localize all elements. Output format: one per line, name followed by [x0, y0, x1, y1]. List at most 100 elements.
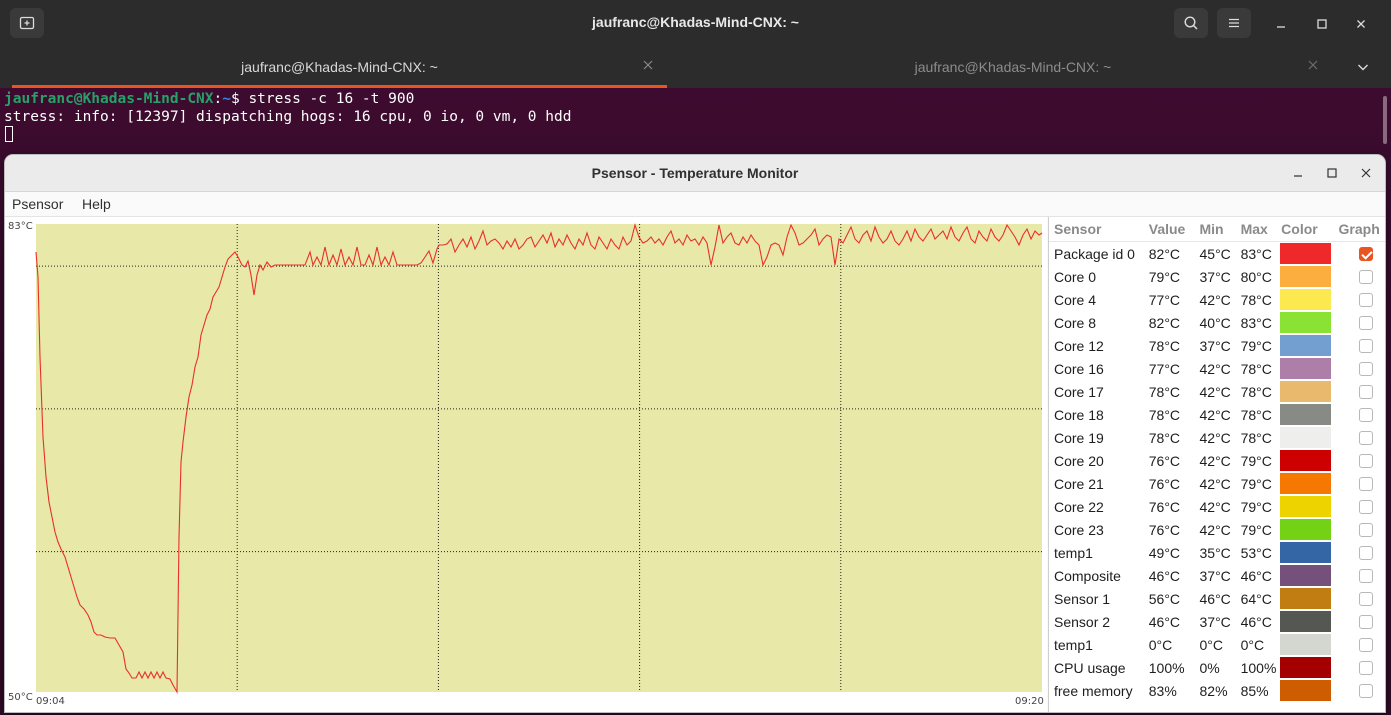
sensor-color-swatch[interactable]	[1280, 266, 1332, 287]
sensor-color-cell[interactable]	[1280, 610, 1338, 633]
sensor-color-swatch[interactable]	[1280, 565, 1332, 586]
terminal-scrollbar[interactable]	[1383, 96, 1387, 144]
column-header-graph[interactable]: Graph	[1338, 217, 1385, 242]
sensor-color-cell[interactable]	[1280, 334, 1338, 357]
menu-psensor[interactable]: Psensor	[12, 196, 63, 212]
graph-checkbox[interactable]	[1358, 292, 1373, 307]
column-header-min[interactable]: Min	[1199, 217, 1241, 242]
sensor-color-cell[interactable]	[1280, 679, 1338, 702]
graph-checkbox[interactable]	[1358, 453, 1373, 468]
sensor-color-swatch[interactable]	[1280, 243, 1332, 264]
sensor-color-cell[interactable]	[1280, 449, 1338, 472]
graph-checkbox[interactable]	[1358, 246, 1373, 261]
sensor-color-cell[interactable]	[1280, 426, 1338, 449]
sensor-row[interactable]: Core 16 77°C 42°C 78°C	[1049, 357, 1385, 380]
sensor-row[interactable]: Core 17 78°C 42°C 78°C	[1049, 380, 1385, 403]
terminal-close-button[interactable]	[1350, 13, 1372, 35]
terminal-tab-2[interactable]: jaufranc@Khadas-Mind-CNX: ~	[678, 46, 1348, 88]
graph-checkbox[interactable]	[1358, 384, 1373, 399]
sensor-color-swatch[interactable]	[1280, 657, 1332, 678]
sensor-color-cell[interactable]	[1280, 518, 1338, 541]
sensor-color-swatch[interactable]	[1280, 588, 1332, 609]
sensor-row[interactable]: Sensor 2 46°C 37°C 46°C	[1049, 610, 1385, 633]
sensor-row[interactable]: Core 8 82°C 40°C 83°C	[1049, 311, 1385, 334]
menu-help[interactable]: Help	[82, 196, 111, 212]
graph-checkbox[interactable]	[1358, 683, 1373, 698]
tab-close-button[interactable]	[1308, 57, 1318, 73]
sensor-row[interactable]: Core 18 78°C 42°C 78°C	[1049, 403, 1385, 426]
graph-checkbox[interactable]	[1358, 591, 1373, 606]
sensor-color-swatch[interactable]	[1280, 404, 1332, 425]
sensor-color-swatch[interactable]	[1280, 680, 1332, 701]
sensor-color-cell[interactable]	[1280, 242, 1338, 266]
graph-checkbox[interactable]	[1358, 361, 1373, 376]
sensor-row[interactable]: Package id 0 82°C 45°C 83°C	[1049, 242, 1385, 266]
graph-checkbox[interactable]	[1358, 430, 1373, 445]
sensor-color-cell[interactable]	[1280, 495, 1338, 518]
sensor-color-swatch[interactable]	[1280, 358, 1332, 379]
sensor-color-swatch[interactable]	[1280, 611, 1332, 632]
sensor-row[interactable]: CPU usage 100% 0% 100%	[1049, 656, 1385, 679]
terminal-menu-button[interactable]	[1217, 8, 1251, 38]
sensor-row[interactable]: Composite 46°C 37°C 46°C	[1049, 564, 1385, 587]
sensor-row[interactable]: temp1 49°C 35°C 53°C	[1049, 541, 1385, 564]
graph-checkbox[interactable]	[1358, 269, 1373, 284]
sensor-row[interactable]: Core 4 77°C 42°C 78°C	[1049, 288, 1385, 311]
sensor-color-swatch[interactable]	[1280, 289, 1332, 310]
sensor-row[interactable]: Core 22 76°C 42°C 79°C	[1049, 495, 1385, 518]
sensor-row[interactable]: free memory 83% 82% 85%	[1049, 679, 1385, 702]
terminal-minimize-button[interactable]	[1270, 13, 1292, 35]
tab-overflow-button[interactable]	[1356, 60, 1370, 79]
sensor-color-cell[interactable]	[1280, 311, 1338, 334]
graph-checkbox[interactable]	[1358, 315, 1373, 330]
sensor-row[interactable]: Sensor 1 56°C 46°C 64°C	[1049, 587, 1385, 610]
sensor-color-cell[interactable]	[1280, 656, 1338, 679]
graph-checkbox[interactable]	[1358, 476, 1373, 491]
sensor-color-swatch[interactable]	[1280, 519, 1332, 540]
tab-close-button[interactable]	[643, 57, 653, 73]
sensor-row[interactable]: Core 0 79°C 37°C 80°C	[1049, 265, 1385, 288]
sensor-row[interactable]: Core 12 78°C 37°C 79°C	[1049, 334, 1385, 357]
graph-checkbox[interactable]	[1358, 407, 1373, 422]
sensor-color-swatch[interactable]	[1280, 634, 1332, 655]
sensor-color-swatch[interactable]	[1280, 496, 1332, 517]
psensor-close-button[interactable]	[1356, 163, 1376, 183]
sensor-row[interactable]: Core 20 76°C 42°C 79°C	[1049, 449, 1385, 472]
sensor-color-cell[interactable]	[1280, 541, 1338, 564]
graph-checkbox[interactable]	[1358, 499, 1373, 514]
graph-checkbox[interactable]	[1358, 522, 1373, 537]
sensor-color-cell[interactable]	[1280, 265, 1338, 288]
sensor-color-swatch[interactable]	[1280, 312, 1332, 333]
terminal-tab-1[interactable]: jaufranc@Khadas-Mind-CNX: ~	[12, 46, 667, 88]
graph-checkbox[interactable]	[1358, 545, 1373, 560]
column-header-color[interactable]: Color	[1281, 217, 1339, 242]
psensor-maximize-button[interactable]	[1322, 163, 1342, 183]
sensor-color-swatch[interactable]	[1280, 335, 1332, 356]
sensor-color-swatch[interactable]	[1280, 473, 1332, 494]
graph-checkbox[interactable]	[1358, 614, 1373, 629]
search-button[interactable]	[1174, 8, 1208, 38]
column-header-value[interactable]: Value	[1148, 217, 1200, 242]
graph-checkbox[interactable]	[1358, 660, 1373, 675]
sensor-color-cell[interactable]	[1280, 357, 1338, 380]
sensor-color-swatch[interactable]	[1280, 450, 1332, 471]
sensor-color-cell[interactable]	[1280, 633, 1338, 656]
sensor-color-cell[interactable]	[1280, 380, 1338, 403]
sensor-color-swatch[interactable]	[1280, 427, 1332, 448]
sensor-row[interactable]: Core 21 76°C 42°C 79°C	[1049, 472, 1385, 495]
column-header-sensor[interactable]: Sensor	[1049, 217, 1149, 242]
sensor-color-cell[interactable]	[1280, 564, 1338, 587]
graph-checkbox[interactable]	[1358, 568, 1373, 583]
sensor-color-cell[interactable]	[1280, 587, 1338, 610]
psensor-minimize-button[interactable]	[1288, 163, 1308, 183]
sensor-color-cell[interactable]	[1280, 472, 1338, 495]
sensor-color-swatch[interactable]	[1280, 381, 1332, 402]
column-header-max[interactable]: Max	[1240, 217, 1282, 242]
sensor-row[interactable]: Core 19 78°C 42°C 78°C	[1049, 426, 1385, 449]
graph-checkbox[interactable]	[1358, 637, 1373, 652]
sensor-color-swatch[interactable]	[1280, 542, 1332, 563]
terminal-maximize-button[interactable]	[1311, 13, 1333, 35]
sensor-color-cell[interactable]	[1280, 403, 1338, 426]
sensor-row[interactable]: Core 23 76°C 42°C 79°C	[1049, 518, 1385, 541]
graph-checkbox[interactable]	[1358, 338, 1373, 353]
